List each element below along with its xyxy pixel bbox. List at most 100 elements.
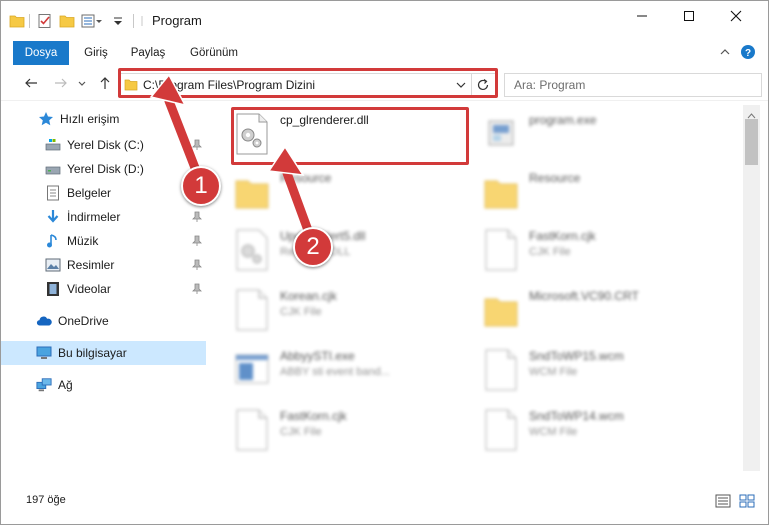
file-item-wcm[interactable]: SndToWP14.wcm WCM File xyxy=(483,407,723,455)
file-type: WCM File xyxy=(529,426,578,438)
file-icon xyxy=(483,349,519,391)
search-box[interactable]: Ara: Program xyxy=(504,73,762,97)
sidebar-item-local-disk-c[interactable]: Yerel Disk (C:) xyxy=(1,133,206,157)
sidebar-item-label: Bu bilgisayar xyxy=(58,346,127,360)
download-icon xyxy=(45,209,61,225)
annotation-badge-1: 1 xyxy=(181,166,221,206)
back-arrow-icon xyxy=(24,76,38,93)
sidebar-item-local-disk-d[interactable]: Yerel Disk (D:) xyxy=(1,157,206,181)
drive-icon xyxy=(45,161,61,177)
scroll-thumb[interactable] xyxy=(745,119,758,165)
ribbon-tabs: Dosya Giriş Paylaş Görünüm ? xyxy=(1,41,768,65)
file-item-folder[interactable]: Resource xyxy=(234,169,454,217)
tab-share[interactable]: Paylaş xyxy=(125,41,171,65)
computer-icon xyxy=(36,345,52,361)
minimize-icon xyxy=(636,10,648,25)
file-icon xyxy=(483,409,519,451)
navigation-pane: Hızlı erişim Yerel Disk (C:) Yerel Disk … xyxy=(1,105,209,471)
vertical-scrollbar[interactable] xyxy=(743,105,760,471)
file-name: FastKorn.cjk xyxy=(529,229,596,243)
maximize-icon xyxy=(683,10,695,25)
tab-file[interactable]: Dosya xyxy=(13,41,69,65)
file-item-cjk[interactable]: Korean.cjk CJK File xyxy=(234,287,454,335)
file-type: WCM File xyxy=(529,366,578,378)
tab-view[interactable]: Görünüm xyxy=(184,41,244,65)
svg-text:?: ? xyxy=(745,48,751,59)
exe-window-icon xyxy=(234,349,270,391)
recent-locations-button[interactable] xyxy=(75,74,89,94)
file-name: AbbyySTI.exe xyxy=(280,349,355,363)
music-icon xyxy=(45,233,61,249)
new-folder-icon[interactable] xyxy=(59,11,75,31)
file-item-folder[interactable]: Microsoft.VC90.CRT xyxy=(483,287,723,335)
close-button[interactable] xyxy=(713,1,759,33)
separator xyxy=(133,14,134,28)
folder-icon xyxy=(483,171,519,213)
file-type: CJK File xyxy=(529,246,571,258)
file-item-cjk[interactable]: FastKorn.cjk CJK File xyxy=(234,407,454,455)
expand-ribbon-icon[interactable] xyxy=(719,46,731,61)
separator xyxy=(29,14,30,28)
dll-gear-icon xyxy=(234,229,270,271)
folder-icon xyxy=(483,289,519,331)
file-item-cjk[interactable]: FastKorn.cjk CJK File xyxy=(483,227,723,275)
file-item-wcm[interactable]: SndToWP15.wcm WCM File xyxy=(483,347,723,395)
customize-toolbar-icon[interactable] xyxy=(113,11,123,31)
sidebar-item-music[interactable]: Müzik xyxy=(1,229,206,253)
annotation-badge-2: 2 xyxy=(293,227,333,267)
forward-arrow-icon xyxy=(54,76,68,93)
back-button[interactable] xyxy=(21,74,41,94)
pin-icon xyxy=(191,211,203,223)
sidebar-item-label: Resimler xyxy=(67,258,115,272)
file-name: FastKorn.cjk xyxy=(280,409,347,423)
explorer-window: Program Dosya Giriş Paylaş Görünüm ? C:\… xyxy=(0,0,769,525)
sidebar-item-label: Hızlı erişim xyxy=(60,112,120,126)
properties-icon[interactable] xyxy=(37,11,53,31)
file-type: CJK File xyxy=(280,306,322,318)
file-item-exe[interactable]: AbbyySTI.exe ABBY sti event band... xyxy=(234,347,454,395)
up-arrow-icon xyxy=(98,76,112,93)
details-view-icon[interactable] xyxy=(715,494,731,511)
forward-button[interactable] xyxy=(51,74,71,94)
maximize-button[interactable] xyxy=(666,1,712,33)
sidebar-item-quick-access[interactable]: Hızlı erişim xyxy=(1,107,206,131)
close-icon xyxy=(730,10,742,25)
up-button[interactable] xyxy=(95,74,115,94)
minimize-button[interactable] xyxy=(619,1,665,33)
title-bar: Program xyxy=(1,1,768,41)
sidebar-item-downloads[interactable]: İndirmeler xyxy=(1,205,206,229)
search-input[interactable]: Ara: Program xyxy=(514,78,585,92)
pin-icon xyxy=(191,259,203,271)
sidebar-item-label: Müzik xyxy=(67,234,99,248)
tab-home[interactable]: Giriş xyxy=(76,41,116,65)
file-item-folder[interactable]: Resource xyxy=(483,169,723,217)
file-icon xyxy=(234,409,270,451)
file-name: Microsoft.VC90.CRT xyxy=(529,289,639,303)
large-icons-view-icon[interactable] xyxy=(739,494,755,511)
network-icon xyxy=(36,377,52,393)
folder-icon xyxy=(9,11,25,31)
sidebar-item-this-pc[interactable]: Bu bilgisayar xyxy=(1,341,206,365)
help-icon[interactable]: ? xyxy=(740,44,756,63)
file-item-exe[interactable]: program.exe xyxy=(483,111,723,159)
sidebar-item-pictures[interactable]: Resimler xyxy=(1,253,206,277)
sidebar-item-videos[interactable]: Videolar xyxy=(1,277,206,301)
sidebar-item-label: Ağ xyxy=(58,378,73,392)
item-count: 197 öğe xyxy=(26,494,66,506)
pin-icon xyxy=(191,235,203,247)
file-icon xyxy=(483,229,519,271)
file-type: CJK File xyxy=(280,426,322,438)
sidebar-item-label: Videolar xyxy=(67,282,111,296)
file-item-dll[interactable]: UpdateAlert5.dll Resource DLL xyxy=(234,227,454,275)
star-icon xyxy=(38,111,54,127)
sidebar-item-onedrive[interactable]: OneDrive xyxy=(1,309,206,333)
file-name: SndToWP15.wcm xyxy=(529,349,624,363)
folder-icon xyxy=(234,171,270,213)
sidebar-item-network[interactable]: Ağ xyxy=(1,373,206,397)
file-name: program.exe xyxy=(529,113,597,127)
sidebar-item-label: Belgeler xyxy=(67,186,112,200)
view-options-icon[interactable] xyxy=(81,11,103,31)
title-folder-icon xyxy=(137,11,147,31)
sidebar-item-documents[interactable]: Belgeler xyxy=(1,181,206,205)
pin-icon xyxy=(191,283,203,295)
